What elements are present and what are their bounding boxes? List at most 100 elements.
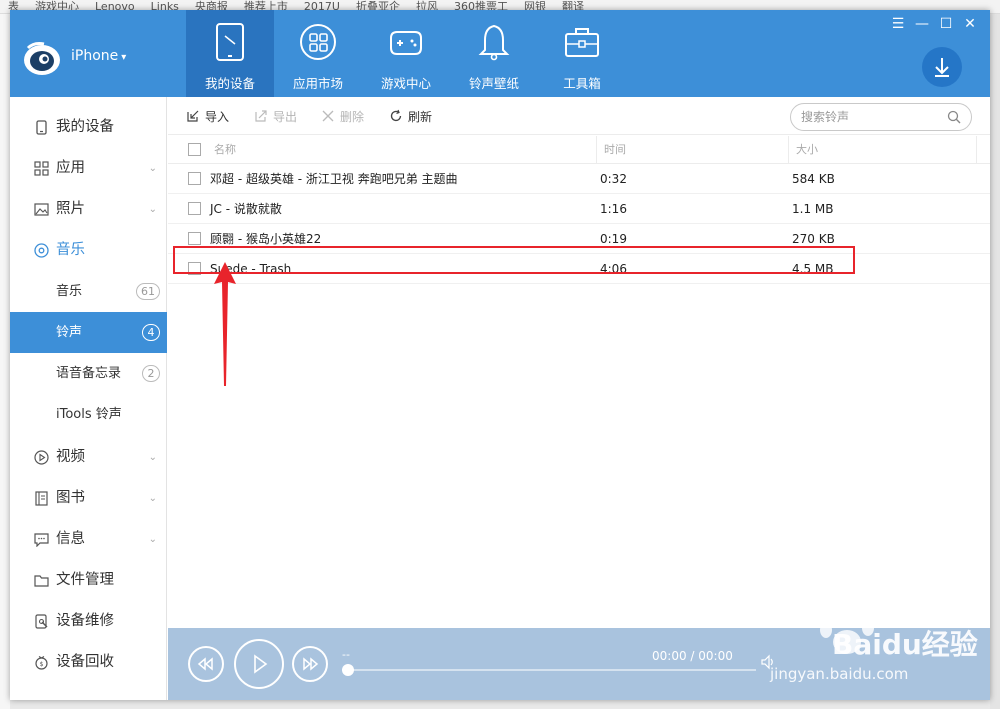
- sidebar-item-label: 设备维修: [56, 613, 114, 629]
- sidebar-item-label: 音乐: [56, 242, 85, 258]
- ringtone-name: JC - 说散就散: [210, 202, 282, 216]
- sidebar-subitem-itools-ringtones[interactable]: iTools 铃声: [10, 394, 167, 435]
- select-all-checkbox[interactable]: [188, 143, 201, 156]
- sidebar-item-label: 我的设备: [56, 119, 114, 135]
- itools-logo-icon: [24, 42, 60, 75]
- sidebar-item-device-repair[interactable]: 设备维修: [10, 601, 167, 642]
- caret-down-icon: ▾: [121, 52, 127, 63]
- device-name-label: iPhone: [71, 48, 119, 64]
- search-icon: [947, 110, 961, 124]
- play-button[interactable]: [234, 639, 284, 689]
- fast-forward-icon: [303, 657, 319, 671]
- sidebar-item-my-device[interactable]: 我的设备: [10, 107, 167, 148]
- track-title: --: [342, 648, 350, 661]
- table-row[interactable]: 邓超 - 超级英雄 - 浙江卫视 奔跑吧兄弟 主题曲 0:32 584 KB: [168, 164, 990, 194]
- delete-icon: [322, 110, 334, 122]
- next-button[interactable]: [292, 646, 328, 682]
- close-icon[interactable]: ✕: [958, 16, 982, 32]
- chevron-down-icon: ⌄: [148, 534, 157, 545]
- device-selector[interactable]: iPhone ▾: [71, 48, 126, 64]
- export-button[interactable]: 导出: [254, 108, 297, 125]
- tab-my-device[interactable]: 我的设备: [186, 10, 274, 97]
- window-controls: ☰ — ☐ ✕: [886, 16, 982, 32]
- row-checkbox[interactable]: [188, 262, 201, 275]
- sidebar-subitem-ringtones[interactable]: 铃声 4: [10, 312, 167, 353]
- watermark-brand: Baidu经验: [832, 628, 978, 661]
- rewind-icon: [197, 657, 213, 671]
- apps-grid-icon: [300, 24, 336, 60]
- tab-label: 铃声壁纸: [468, 76, 519, 91]
- ringtone-name: 顾翾 - 猴岛小英雄22: [210, 232, 322, 246]
- play-icon: [254, 654, 268, 674]
- folder-icon: [34, 575, 49, 587]
- ringtone-time: 4:06: [600, 262, 627, 276]
- message-icon: [34, 533, 49, 547]
- row-checkbox[interactable]: [188, 172, 201, 185]
- repair-icon: [35, 614, 48, 629]
- recycle-icon: $: [35, 656, 48, 670]
- sidebar-subitem-label: 语音备忘录: [56, 366, 122, 381]
- search-placeholder: 搜索铃声: [801, 110, 850, 124]
- sidebar-item-music[interactable]: 音乐: [10, 230, 167, 271]
- sidebar-item-photos[interactable]: 照片 ⌄: [10, 189, 167, 230]
- watermark-url: jingyan.baidu.com: [770, 665, 909, 683]
- toolbar: 导入 导出 删除 刷新 搜索铃声: [168, 97, 990, 135]
- maximize-icon[interactable]: ☐: [934, 16, 958, 32]
- ringtone-size: 584 KB: [792, 172, 835, 186]
- progress-knob[interactable]: [342, 664, 354, 676]
- menu-icon[interactable]: ☰: [886, 16, 910, 32]
- sidebar-item-books[interactable]: 图书 ⌄: [10, 478, 167, 519]
- sidebar-item-video[interactable]: 视频 ⌄: [10, 437, 167, 478]
- tablet-icon: [216, 23, 244, 61]
- refresh-label: 刷新: [408, 110, 433, 124]
- sidebar-subitem-voice-memos[interactable]: 语音备忘录 2: [10, 353, 167, 394]
- ringtone-time: 0:19: [600, 232, 627, 246]
- sidebar: 我的设备 应用 ⌄ 照片 ⌄ 音乐 音乐 61 铃声 4 语音备忘录 2 iTo…: [10, 97, 167, 700]
- chevron-down-icon: ⌄: [148, 204, 157, 215]
- title-bar: iPhone ▾ 我的设备 应用市场 游戏中心 铃声壁纸 工具箱 ☰ — ☐ ✕: [10, 10, 990, 97]
- previous-button[interactable]: [188, 646, 224, 682]
- sidebar-item-messages[interactable]: 信息 ⌄: [10, 519, 167, 560]
- download-icon: [935, 58, 949, 77]
- delete-button[interactable]: 删除: [321, 108, 364, 125]
- sidebar-item-file-manager[interactable]: 文件管理: [10, 560, 167, 601]
- sidebar-subitem-label: 音乐: [56, 284, 83, 299]
- ringtone-time: 1:16: [600, 202, 627, 216]
- export-icon: [255, 110, 267, 122]
- tab-label: 工具箱: [563, 76, 601, 91]
- tab-label: 我的设备: [204, 76, 255, 91]
- sidebar-item-label: 设备回收: [56, 654, 114, 670]
- count-badge: 4: [142, 324, 160, 341]
- tab-toolbox[interactable]: 工具箱: [538, 10, 626, 97]
- sidebar-subitem-label: iTools 铃声: [56, 407, 122, 422]
- sidebar-subitem-music[interactable]: 音乐 61: [10, 271, 167, 312]
- download-button[interactable]: [922, 47, 962, 87]
- table-row[interactable]: 顾翾 - 猴岛小英雄22 0:19 270 KB: [168, 224, 990, 254]
- column-divider: [788, 136, 789, 164]
- row-checkbox[interactable]: [188, 202, 201, 215]
- row-checkbox[interactable]: [188, 232, 201, 245]
- ringtone-size: 270 KB: [792, 232, 835, 246]
- import-button[interactable]: 导入: [186, 108, 229, 125]
- tab-game-center[interactable]: 游戏中心: [362, 10, 450, 97]
- sidebar-item-label: 应用: [56, 160, 85, 176]
- count-badge: 2: [142, 365, 160, 382]
- table-row[interactable]: JC - 说散就散 1:16 1.1 MB: [168, 194, 990, 224]
- column-divider: [976, 136, 977, 164]
- refresh-icon: [390, 109, 402, 122]
- column-divider: [596, 136, 597, 164]
- minimize-icon[interactable]: —: [910, 16, 934, 32]
- sidebar-item-apps[interactable]: 应用 ⌄: [10, 148, 167, 189]
- sidebar-item-label: 视频: [56, 449, 85, 465]
- export-label: 导出: [273, 110, 298, 124]
- sidebar-item-device-recycle[interactable]: $ 设备回收: [10, 642, 167, 683]
- progress-track[interactable]: [346, 669, 756, 671]
- gamepad-icon: [390, 31, 422, 55]
- table-row[interactable]: Suede - Trash 4:06 4.5 MB: [168, 254, 990, 284]
- sidebar-item-label: 信息: [56, 531, 85, 547]
- itools-window: iPhone▾ 我的设备 应用市场 游戏中心 铃声壁纸 工具箱 ☰—☐✕: [10, 10, 990, 700]
- search-input[interactable]: 搜索铃声: [790, 103, 972, 131]
- tab-app-market[interactable]: 应用市场: [274, 10, 362, 97]
- refresh-button[interactable]: 刷新: [389, 108, 432, 125]
- tab-ringtone-wallpaper[interactable]: 铃声壁纸: [450, 10, 538, 97]
